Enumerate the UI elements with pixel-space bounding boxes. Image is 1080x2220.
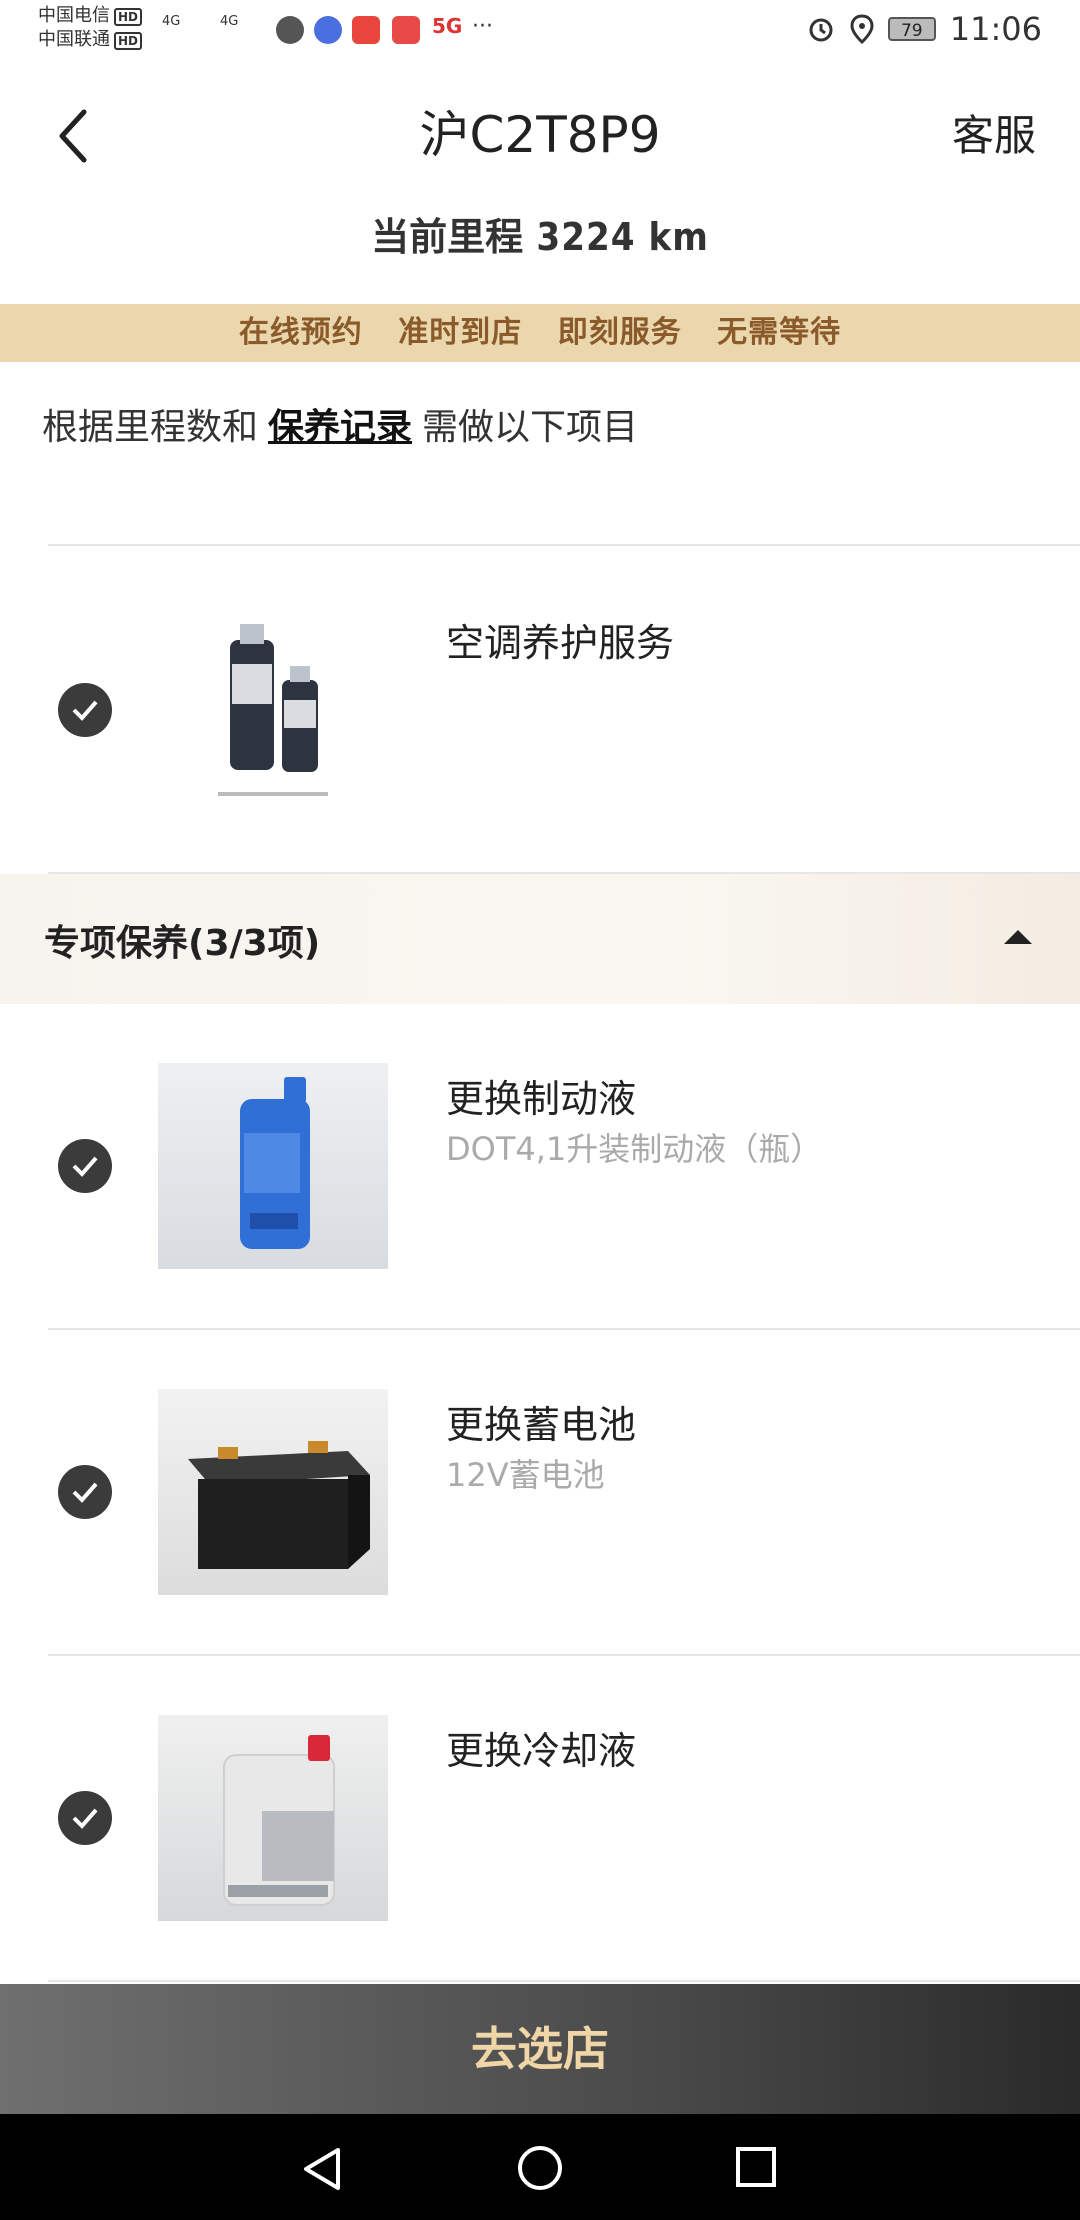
check-icon: [72, 1808, 98, 1829]
page-title: 沪C2T8P9: [419, 106, 661, 164]
signal-4g-icon: 4G: [162, 14, 181, 29]
divider: [48, 1980, 1080, 1982]
news-app-icon: [352, 16, 380, 44]
battery-icon: 79: [887, 17, 936, 41]
hd-badge: HD: [114, 8, 143, 26]
nav-recents-icon[interactable]: [735, 2146, 777, 2188]
promo-banner: 在线预约 准时到店 即刻服务 无需等待: [0, 304, 1080, 362]
store-app-icon: [392, 16, 420, 44]
coolant-image: [158, 1715, 388, 1921]
special-maintenance-header[interactable]: 专项保养(3/3项): [0, 874, 1080, 1004]
divider: [48, 1654, 1080, 1656]
message-icon: [276, 16, 304, 44]
music-icon: [314, 16, 342, 44]
item-subtitle: DOT4,1升装制动液（瓶）: [446, 1130, 823, 1168]
maintenance-record-link[interactable]: 保养记录: [268, 407, 412, 448]
select-store-button[interactable]: 去选店: [0, 1984, 1080, 2114]
intro-after: 需做以下项目: [422, 407, 639, 448]
brake-fluid-image: [158, 1063, 388, 1269]
item-checkbox[interactable]: [58, 1791, 112, 1845]
item-checkbox[interactable]: [58, 1465, 112, 1519]
intro-text: 根据里程数和 保养记录 需做以下项目: [42, 402, 638, 454]
divider: [48, 1328, 1080, 1330]
item-checkbox[interactable]: [58, 683, 112, 737]
customer-service-button[interactable]: 客服: [952, 108, 1036, 164]
alarm-icon: [809, 18, 833, 42]
item-title: 空调养护服务: [446, 621, 675, 665]
current-mileage: 当前里程 3224 km: [0, 206, 1080, 261]
promo-item: 即刻服务: [557, 315, 682, 350]
collapse-arrow-icon[interactable]: [1004, 930, 1032, 944]
item-title: 更换制动液: [446, 1077, 637, 1121]
status-bar: 中国电信 HD 中国联通 HD 4G 4G 5G ··· 79 11:06: [0, 0, 1080, 64]
battery-image: [158, 1389, 388, 1595]
promo-item: 准时到店: [398, 315, 523, 350]
check-icon: [72, 1482, 98, 1503]
nav-home-icon[interactable]: [516, 2144, 564, 2192]
clock-time: 11:06: [949, 10, 1042, 48]
carrier-1: 中国电信: [38, 5, 110, 26]
item-checkbox[interactable]: [58, 1139, 112, 1193]
check-icon: [72, 700, 98, 721]
check-icon: [72, 1156, 98, 1177]
system-nav-bar: [0, 2114, 1080, 2220]
item-title: 更换蓄电池: [446, 1403, 637, 1447]
mileage-label: 当前里程: [371, 215, 524, 259]
promo-item: 无需等待: [717, 315, 842, 350]
item-title: 更换冷却液: [446, 1729, 637, 1773]
mileage-value: 3224 km: [536, 215, 709, 259]
ac-service-image: [158, 604, 388, 810]
more-icon: ···: [472, 14, 493, 39]
item-subtitle: 12V蓄电池: [446, 1456, 605, 1494]
divider: [48, 544, 1080, 546]
promo-item: 在线预约: [238, 315, 363, 350]
hd-badge: HD: [114, 32, 143, 50]
section-title: 专项保养(3/3项): [44, 923, 321, 964]
carrier-2: 中国联通: [38, 29, 110, 50]
location-icon: [850, 14, 874, 44]
nav-back-icon[interactable]: [300, 2146, 344, 2192]
carrier-info: 中国电信 HD 中国联通 HD: [38, 4, 143, 52]
intro-before: 根据里程数和: [42, 407, 259, 448]
signal-4g-icon: 4G: [220, 14, 239, 29]
select-store-label: 去选店: [471, 2022, 609, 2076]
network-5g-icon: 5G: [432, 14, 463, 38]
